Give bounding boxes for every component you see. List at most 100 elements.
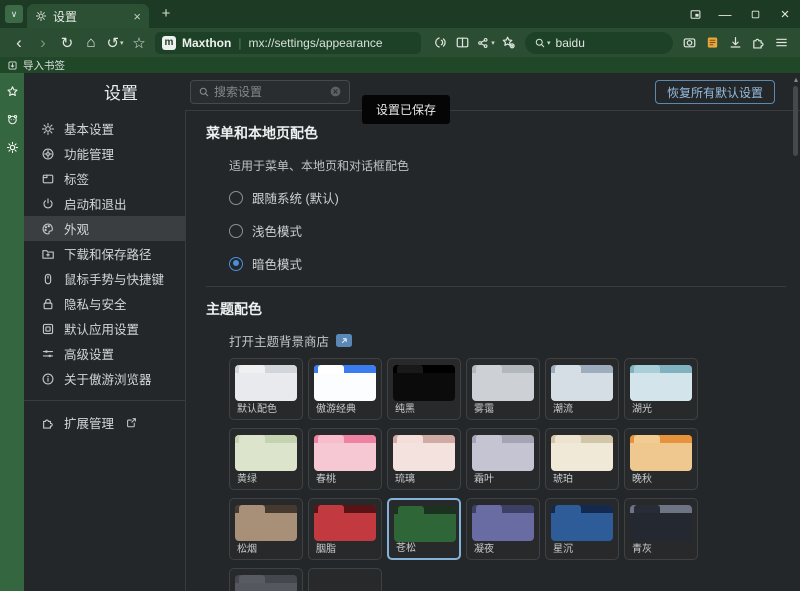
settings-search-input[interactable] (214, 85, 325, 99)
theme-swatch-4[interactable]: 潮流 (545, 358, 619, 420)
sidebar-item-3[interactable]: 启动和退出 (24, 191, 185, 216)
theme-name: 琉璃 (395, 470, 415, 485)
sidebar-item-7[interactable]: 隐私与安全 (24, 291, 185, 316)
boxed-window-button[interactable] (680, 0, 710, 28)
close-window-button[interactable]: × (770, 0, 800, 28)
theme-swatch-10[interactable]: 琥珀 (545, 428, 619, 490)
notes-button[interactable] (701, 31, 724, 54)
theme-swatch-13[interactable]: 胭脂 (308, 498, 382, 560)
tab-close-icon[interactable]: × (133, 9, 141, 24)
restore-defaults-button[interactable]: 恢复所有默认设置 (655, 80, 775, 104)
theme-swatch-17[interactable]: 青灰 (624, 498, 698, 560)
sidebar-item-10[interactable]: 关于傲游浏览器 (24, 366, 185, 391)
theme-swatch-16[interactable]: 星沉 (545, 498, 619, 560)
theme-swatch-2[interactable]: 纯黑 (387, 358, 461, 420)
favorites-manager-button[interactable] (497, 31, 520, 54)
settings-search-box[interactable] (190, 80, 350, 104)
home-button[interactable]: ⌂ (79, 31, 103, 55)
scroll-up-icon[interactable]: ▴ (794, 75, 798, 84)
sidebar-item-5[interactable]: 下载和保存路径 (24, 241, 185, 266)
theme-swatch-8[interactable]: 琉璃 (387, 428, 461, 490)
page-title: 设置 (104, 79, 138, 104)
theme-preview (551, 365, 613, 401)
favorites-strip-icon[interactable] (6, 85, 19, 98)
theme-swatch-3[interactable]: 雾霭 (466, 358, 540, 420)
section-title-menu-colors: 菜单和本地页配色 (206, 123, 786, 143)
theme-swatch-5[interactable]: 湖光 (624, 358, 698, 420)
radio-label: 浅色模式 (252, 221, 302, 240)
theme-preview (235, 575, 297, 591)
radio-icon[interactable] (229, 224, 243, 238)
sidebar-item-1[interactable]: 功能管理 (24, 141, 185, 166)
theme-swatch-11[interactable]: 晚秋 (624, 428, 698, 490)
gear-icon (35, 10, 47, 22)
theme-swatch-1[interactable]: 傲游经典 (308, 358, 382, 420)
theme-swatch-7[interactable]: 春桃 (308, 428, 382, 490)
theme-name: 潮流 (553, 400, 573, 415)
back-button[interactable]: ‹ (7, 31, 31, 55)
color-mode-radio-group: 跟随系统 (默认) 浅色模式暗色模式 (206, 188, 786, 273)
folder-icon (41, 247, 55, 261)
sidebar-item-4[interactable]: 外观 (24, 216, 185, 241)
toolbar-search-box[interactable]: ▾ baidu (525, 32, 673, 54)
maxthon-logo: m (162, 36, 176, 50)
theme-preview (551, 505, 613, 541)
address-bar[interactable]: m Maxthon | mx://settings/appearance (155, 32, 421, 54)
radio-label: 跟随系统 (默认) (252, 188, 339, 207)
undo-closed-tab-button[interactable]: ↺▾ (103, 31, 127, 55)
radio-icon[interactable] (229, 191, 243, 205)
new-tab-button[interactable]: + (156, 4, 176, 24)
color-mode-option-2[interactable]: 暗色模式 (229, 254, 786, 273)
theme-name: 春桃 (316, 470, 336, 485)
theme-preview (393, 365, 455, 401)
sidebar-item-8[interactable]: 默认应用设置 (24, 316, 185, 341)
minimize-button[interactable]: — (710, 0, 740, 28)
theme-store-link[interactable]: 打开主题背景商店 (229, 331, 329, 350)
color-mode-option-0[interactable]: 跟随系统 (默认) (229, 188, 786, 207)
tab-settings[interactable]: 设置 × (27, 4, 149, 28)
clear-icon[interactable] (329, 85, 342, 98)
share-button[interactable]: ▾ (474, 31, 497, 54)
main-menu-button[interactable] (770, 31, 793, 54)
refresh-button[interactable]: ↻ (55, 31, 79, 55)
search-engine-label: baidu (556, 36, 585, 50)
settings-strip-icon[interactable] (6, 141, 19, 154)
theme-swatch-14[interactable]: 苍松 (387, 498, 461, 560)
theme-swatch-18[interactable]: 暗夜 (229, 568, 303, 591)
import-bookmarks-label[interactable]: 导入书签 (23, 58, 65, 73)
theme-name: 松烟 (237, 540, 257, 555)
add-custom-theme-button[interactable]: + (308, 568, 382, 591)
radio-icon[interactable] (229, 257, 243, 271)
maximize-button[interactable] (740, 0, 770, 28)
sidebar-item-0[interactable]: 基本设置 (24, 116, 185, 141)
sidebar-item-2[interactable]: 标签 (24, 166, 185, 191)
sidebar-item-6[interactable]: 鼠标手势与快捷键 (24, 266, 185, 291)
forward-button[interactable]: › (31, 31, 55, 55)
sidebar-item-extensions[interactable]: 扩展管理 (24, 410, 185, 435)
close-icon: × (781, 6, 790, 23)
theme-swatch-9[interactable]: 霜叶 (466, 428, 540, 490)
screenshot-button[interactable] (678, 31, 701, 54)
sidebar-item-9[interactable]: 高级设置 (24, 341, 185, 366)
tab-list-button[interactable]: ∨ (5, 5, 23, 23)
theme-swatch-6[interactable]: 黄绿 (229, 428, 303, 490)
extensions-button[interactable] (747, 31, 770, 54)
read-aloud-button[interactable] (428, 31, 451, 54)
theme-swatch-12[interactable]: 松烟 (229, 498, 303, 560)
address-brand: Maxthon (182, 36, 231, 50)
external-link-badge[interactable] (336, 334, 352, 347)
theme-swatch-15[interactable]: 凝夜 (466, 498, 540, 560)
menu-icon (774, 35, 789, 50)
sidebar-item-label: 鼠标手势与快捷键 (64, 269, 164, 288)
titlebar: ∨ 设置 × + — × (0, 0, 800, 28)
assistant-panda-icon[interactable] (6, 113, 19, 126)
bookmarks-bar: 导入书签 (0, 57, 800, 73)
color-mode-option-1[interactable]: 浅色模式 (229, 221, 786, 240)
theme-swatch-0[interactable]: 默认配色 (229, 358, 303, 420)
scrollbar-thumb[interactable] (793, 86, 798, 156)
section-description: 适用于菜单、本地页和对话框配色 (229, 157, 786, 174)
downloads-button[interactable] (724, 31, 747, 54)
bookmark-page-button[interactable]: ☆ (127, 31, 151, 55)
theme-name: 纯黑 (395, 400, 415, 415)
split-view-button[interactable] (451, 31, 474, 54)
